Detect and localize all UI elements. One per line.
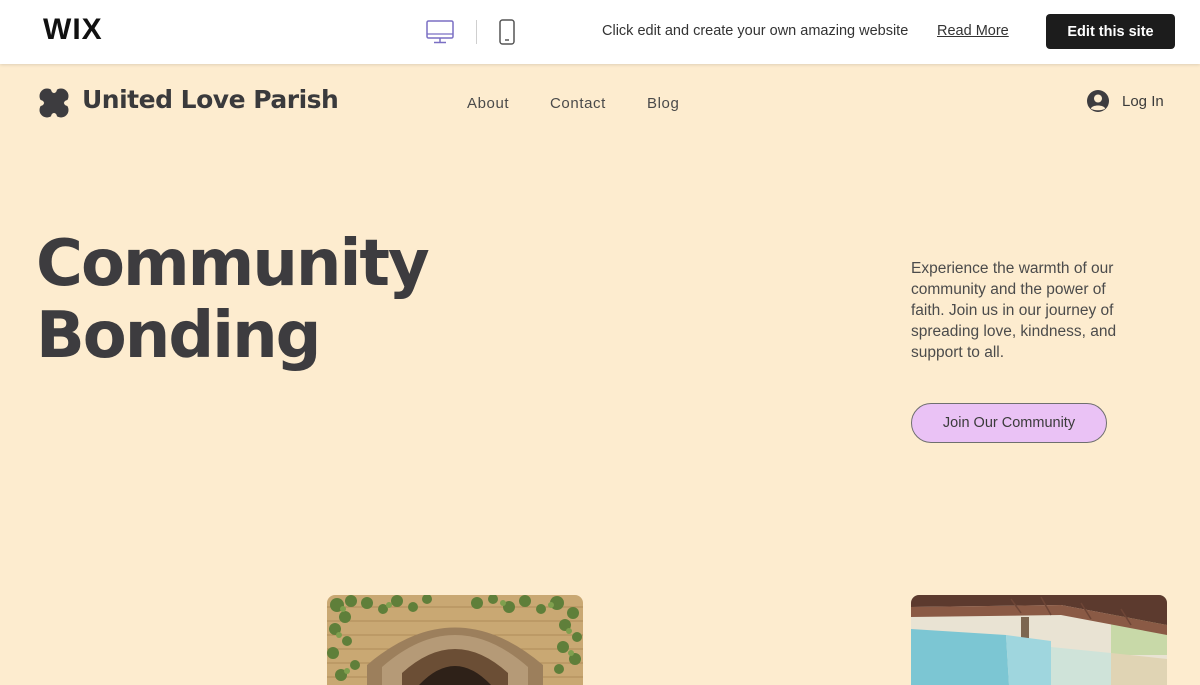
edit-site-button[interactable]: Edit this site [1046, 14, 1175, 49]
church-archway-image [327, 595, 583, 685]
building-awning-image [911, 595, 1167, 685]
wix-promo-text: Click edit and create your own amazing w… [602, 23, 909, 39]
site-name[interactable]: United Love Parish [82, 85, 339, 114]
four-petal-clover-icon[interactable] [36, 85, 72, 121]
nav-contact-link[interactable]: Contact [550, 95, 606, 112]
hero-title: Community Bonding [36, 227, 430, 373]
join-community-button[interactable]: Join Our Community [911, 403, 1107, 443]
wix-logo[interactable]: WIX [43, 13, 103, 47]
user-avatar-icon [1086, 89, 1110, 113]
mobile-view-icon[interactable] [497, 18, 517, 46]
nav-about-link[interactable]: About [467, 95, 509, 112]
hero-description: Experience the warmth of our community a… [911, 260, 1117, 361]
desktop-view-icon[interactable] [425, 18, 455, 46]
hero-title-line1: Community [36, 227, 430, 301]
wix-top-bar: WIX Click edit and create your own amazi… [0, 0, 1200, 64]
login-label: Log In [1122, 92, 1164, 110]
device-divider [476, 20, 477, 44]
nav-blog-link[interactable]: Blog [647, 95, 679, 112]
read-more-link[interactable]: Read More [937, 23, 1009, 39]
hero-title-line2: Bonding [36, 299, 321, 373]
login-button[interactable]: Log In [1086, 89, 1164, 113]
